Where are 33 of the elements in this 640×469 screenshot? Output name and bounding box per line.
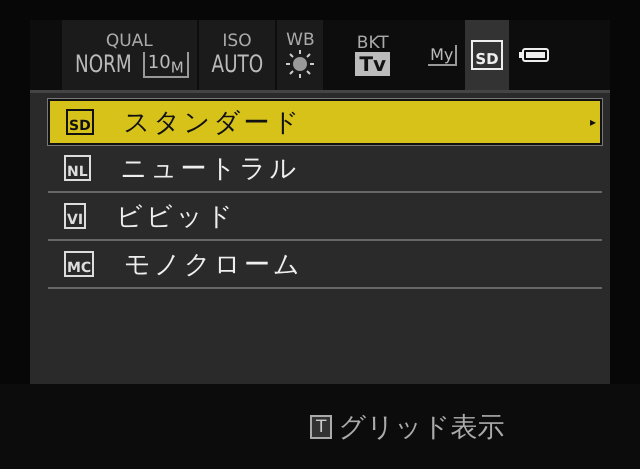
- style-code: SD: [66, 109, 94, 135]
- item-label: スタンダード: [124, 106, 303, 140]
- menu-item[interactable]: MC モノクローム: [48, 241, 602, 289]
- picture-style-tab[interactable]: SD: [465, 20, 509, 90]
- style-code: NL: [64, 155, 91, 181]
- my-label: My: [428, 44, 458, 66]
- my-tab[interactable]: My: [422, 20, 464, 90]
- battery-icon: [518, 48, 549, 62]
- menu-item[interactable]: VI ビビッド: [48, 193, 602, 241]
- menu-tab[interactable]: WB: [277, 20, 324, 90]
- menu-tab[interactable]: BKT Tv: [325, 20, 420, 90]
- tab-value: NORM: [75, 50, 132, 78]
- tab-label: BKT: [356, 34, 389, 52]
- tab-value: AUTO: [211, 50, 263, 78]
- tab-label: QUAL: [106, 32, 153, 50]
- style-code: MC: [64, 251, 94, 277]
- mode-badge: Tv: [355, 52, 390, 76]
- submenu-arrow: ▸: [590, 115, 596, 129]
- key-label: T: [310, 414, 332, 438]
- menu-tab[interactable]: ISO AUTO: [198, 20, 276, 90]
- hint-text: グリッド表示: [338, 410, 504, 444]
- style-code: SD: [471, 40, 503, 70]
- style-code: VI: [64, 203, 86, 229]
- item-label: モノクローム: [124, 248, 304, 282]
- menu-tab[interactable]: QUAL NORM 10$_{M}$: [62, 20, 197, 90]
- item-label: ビビッド: [116, 200, 236, 234]
- tab-label: WB: [286, 30, 315, 50]
- tab-label: ISO: [222, 32, 252, 50]
- item-label: ニュートラル: [120, 152, 300, 186]
- sun-icon: [285, 49, 316, 80]
- menu-item[interactable]: NL ニュートラル: [48, 145, 602, 193]
- menu-item[interactable]: SD スタンダード ▸: [48, 99, 602, 145]
- size-value: 10$_{M}$: [142, 52, 189, 78]
